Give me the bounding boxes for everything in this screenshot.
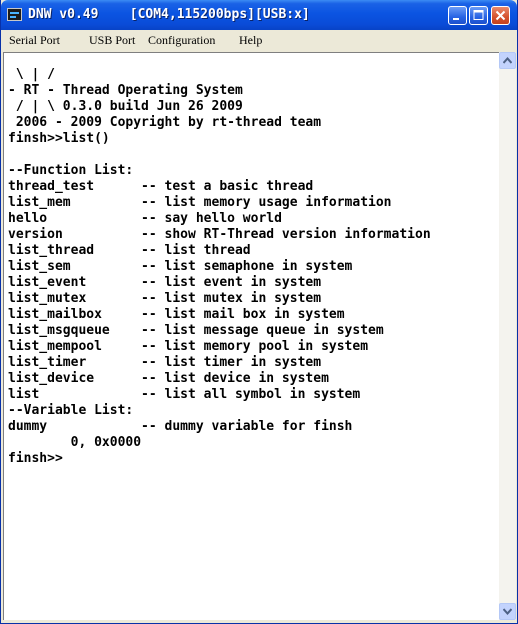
menu-help[interactable]: Help [239,33,262,48]
terminal-line: finsh>> [8,451,63,466]
terminal-line: list -- list all symbol in system [8,387,361,402]
maximize-button[interactable] [469,6,488,25]
terminal-line: list_event -- list event in system [8,275,322,290]
terminal-line: 2006 - 2009 Copyright by rt-thread team [8,115,322,130]
terminal-output[interactable]: \ | / - RT - Thread Operating System / |… [3,52,499,620]
terminal-line: \ | / [8,67,55,82]
terminal-line: thread_test -- test a basic thread [8,179,314,194]
terminal-line: --Function List: [8,163,134,178]
menu-usb-port[interactable]: USB Port [89,33,135,48]
terminal-line: list_mutex -- list mutex in system [8,291,322,306]
close-icon [495,10,506,21]
terminal-line: version -- show RT-Thread version inform… [8,227,431,242]
terminal-line: list_mailbox -- list mail box in system [8,307,345,322]
terminal-line: --Variable List: [8,403,134,418]
scroll-up-button[interactable] [499,52,516,69]
terminal-line: list_thread -- list thread [8,243,251,258]
terminal-line: dummy -- dummy variable for finsh [8,419,353,434]
terminal-line: list_msgqueue -- list message queue in s… [8,323,384,338]
title-bar[interactable]: DNW v0.49 [COM4,115200bps][USB:x] [1,0,517,30]
terminal-line: - RT - Thread Operating System [8,83,243,98]
vertical-scrollbar[interactable] [499,52,516,620]
terminal-line: 0, 0x0000 [8,435,142,450]
terminal-line: list_sem -- list semaphone in system [8,259,353,274]
terminal-app-icon[interactable] [7,8,22,21]
terminal-line: list_mem -- list memory usage informatio… [8,195,392,210]
arrow-down-icon [503,608,512,615]
terminal-line: hello -- say hello world [8,211,282,226]
terminal-line: list_mempool -- list memory pool in syst… [8,339,369,354]
minimize-button[interactable] [448,6,467,25]
terminal-line: list_timer -- list timer in system [8,355,322,370]
menu-configuration[interactable]: Configuration [148,33,215,48]
arrow-up-icon [503,57,512,64]
minimize-icon [453,18,459,20]
terminal-line: finsh>>list() [8,131,110,146]
dnw-window: DNW v0.49 [COM4,115200bps][USB:x] Serial… [0,0,518,624]
menu-bar: Serial Port USB Port Configuration Help [1,30,517,50]
terminal-line: / | \ 0.3.0 build Jun 26 2009 [8,99,243,114]
terminal-line: list_device -- list device in system [8,371,329,386]
close-button[interactable] [491,6,510,25]
window-title: DNW v0.49 [COM4,115200bps][USB:x] [28,7,310,22]
terminal-text: \ | / - RT - Thread Operating System / |… [8,67,431,467]
maximize-icon [473,10,484,20]
menu-serial-port[interactable]: Serial Port [9,33,60,48]
scroll-down-button[interactable] [499,603,516,620]
